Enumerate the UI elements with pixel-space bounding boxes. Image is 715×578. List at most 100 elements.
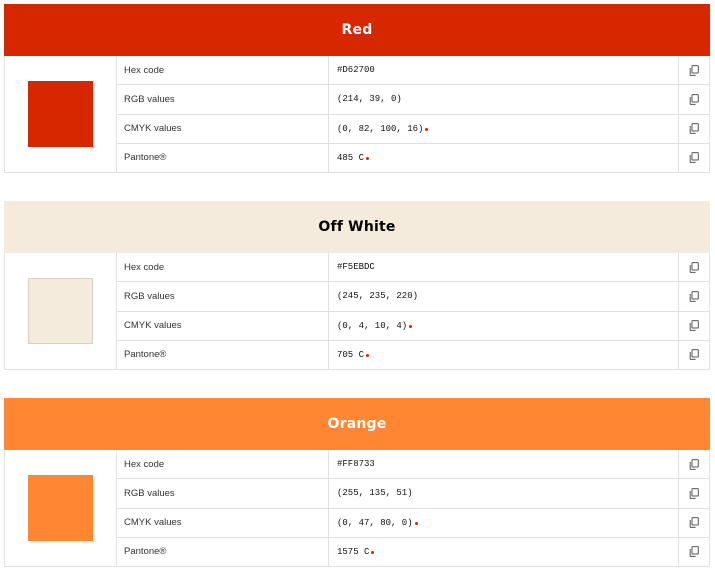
swatch-cell — [5, 450, 117, 566]
copy-icon — [689, 152, 699, 164]
color-palette-page: Red Hex code #D62700 RGB values (214, 39, 0)… — [0, 0, 715, 578]
copy-button[interactable] — [679, 253, 709, 281]
value-label: RGB values — [117, 479, 329, 508]
copy-icon — [689, 64, 699, 76]
value-text-cell: (255, 135, 51) — [329, 479, 679, 508]
value-text-cell: #FF8733 — [329, 450, 679, 479]
color-swatch — [28, 81, 93, 147]
color-swatch — [28, 475, 93, 541]
footnote-dot-icon — [425, 127, 429, 131]
color-card-header: Off White — [4, 201, 710, 253]
value-text-cell: (0, 47, 80, 0) — [329, 508, 679, 537]
value-row: Pantone® 705 C — [117, 340, 709, 369]
color-values-table: Hex code #FF8733 RGB values (255, 135, 51) C… — [117, 450, 709, 566]
value-text: (0, 47, 80, 0) — [337, 517, 413, 528]
color-card-header: Red — [4, 4, 710, 56]
value-text-cell: (0, 82, 100, 16) — [329, 114, 679, 143]
value-label: Hex code — [117, 450, 329, 479]
value-row: CMYK values (0, 82, 100, 16) — [117, 114, 709, 144]
copy-icon — [689, 93, 699, 105]
copy-button[interactable] — [679, 341, 709, 369]
copy-icon — [689, 261, 699, 273]
color-name: Off White — [318, 219, 396, 235]
copy-icon — [689, 458, 699, 470]
value-text: (245, 235, 220) — [337, 291, 419, 302]
value-text: 485 C — [337, 152, 365, 163]
value-text-cell: (214, 39, 0) — [329, 85, 679, 114]
footnote-dot-icon — [371, 550, 375, 554]
copy-icon — [689, 290, 699, 302]
value-row: CMYK values (0, 4, 10, 4) — [117, 311, 709, 341]
color-card: Off White Hex code #F5EBDC RGB values (245, … — [4, 201, 710, 370]
copy-button[interactable] — [679, 509, 709, 537]
copy-button[interactable] — [679, 479, 709, 507]
copy-button[interactable] — [679, 282, 709, 310]
copy-button[interactable] — [679, 144, 709, 172]
value-row: RGB values (245, 235, 220) — [117, 282, 709, 312]
copy-icon — [689, 123, 699, 135]
value-row: Pantone® 485 C — [117, 143, 709, 172]
copy-icon — [689, 517, 699, 529]
value-text: #D62700 — [337, 65, 375, 76]
color-card: Red Hex code #D62700 RGB values (214, 39, 0)… — [4, 4, 710, 173]
footnote-dot-icon — [409, 324, 413, 328]
value-text-cell: (0, 4, 10, 4) — [329, 311, 679, 340]
color-swatch — [28, 278, 93, 344]
footnote-dot-icon — [366, 353, 370, 357]
value-text-cell: 485 C — [329, 143, 679, 172]
value-text: (214, 39, 0) — [337, 94, 402, 105]
value-text: (255, 135, 51) — [337, 488, 413, 499]
value-text: 705 C — [337, 349, 365, 360]
value-text-cell: (245, 235, 220) — [329, 282, 679, 311]
color-card-body: Hex code #F5EBDC RGB values (245, 235, 220)… — [4, 253, 710, 370]
copy-button[interactable] — [679, 56, 709, 84]
copy-icon — [689, 546, 699, 558]
value-row: Pantone® 1575 C — [117, 537, 709, 566]
value-label: CMYK values — [117, 508, 329, 537]
swatch-cell — [5, 56, 117, 172]
copy-icon — [689, 487, 699, 499]
value-text: (0, 4, 10, 4) — [337, 320, 408, 331]
value-text: #F5EBDC — [337, 262, 375, 273]
value-row: Hex code #FF8733 — [117, 450, 709, 480]
value-text-cell: #D62700 — [329, 56, 679, 85]
color-card-body: Hex code #D62700 RGB values (214, 39, 0) CMY… — [4, 56, 710, 173]
value-text-cell: 705 C — [329, 340, 679, 369]
value-row: Hex code #F5EBDC — [117, 253, 709, 283]
value-text-cell: #F5EBDC — [329, 253, 679, 282]
value-row: CMYK values (0, 47, 80, 0) — [117, 508, 709, 538]
color-card: Orange Hex code #FF8733 RGB values (255, 135… — [4, 398, 710, 567]
color-values-table: Hex code #D62700 RGB values (214, 39, 0) CMY… — [117, 56, 709, 172]
color-name: Red — [341, 22, 373, 38]
copy-button[interactable] — [679, 115, 709, 143]
copy-button[interactable] — [679, 538, 709, 566]
value-label: CMYK values — [117, 114, 329, 143]
value-row: Hex code #D62700 — [117, 56, 709, 86]
value-label: RGB values — [117, 85, 329, 114]
footnote-dot-icon — [366, 156, 370, 160]
value-text: 1575 C — [337, 546, 370, 557]
value-label: Pantone® — [117, 537, 329, 566]
footnote-dot-icon — [414, 521, 418, 525]
copy-icon — [689, 349, 699, 361]
copy-button[interactable] — [679, 450, 709, 478]
value-label: Hex code — [117, 56, 329, 85]
swatch-cell — [5, 253, 117, 369]
value-text: #FF8733 — [337, 459, 375, 470]
copy-icon — [689, 320, 699, 332]
copy-button[interactable] — [679, 312, 709, 340]
color-card-header: Orange — [4, 398, 710, 450]
value-label: Pantone® — [117, 143, 329, 172]
value-label: Pantone® — [117, 340, 329, 369]
value-row: RGB values (255, 135, 51) — [117, 479, 709, 509]
color-name: Orange — [327, 416, 387, 432]
color-values-table: Hex code #F5EBDC RGB values (245, 235, 220)… — [117, 253, 709, 369]
value-row: RGB values (214, 39, 0) — [117, 85, 709, 115]
color-card-body: Hex code #FF8733 RGB values (255, 135, 51) C… — [4, 450, 710, 567]
copy-button[interactable] — [679, 85, 709, 113]
value-text-cell: 1575 C — [329, 537, 679, 566]
value-label: CMYK values — [117, 311, 329, 340]
value-text: (0, 82, 100, 16) — [337, 123, 424, 134]
value-label: Hex code — [117, 253, 329, 282]
value-label: RGB values — [117, 282, 329, 311]
